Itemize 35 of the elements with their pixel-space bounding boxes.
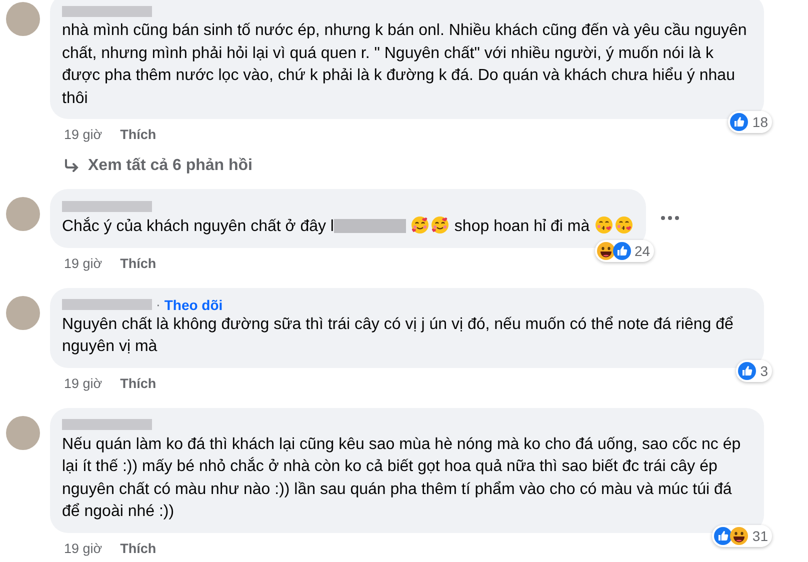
- reaction-badge: 18: [728, 111, 772, 133]
- avatar-placeholder: [6, 2, 40, 36]
- avatar-placeholder: [6, 416, 40, 450]
- like-icon: [738, 362, 756, 380]
- more-options-icon[interactable]: [660, 215, 680, 222]
- comment-time: 19 giờ: [64, 256, 102, 273]
- avatar-placeholder: [6, 197, 40, 231]
- smiling-face-hearts-icon: [410, 215, 430, 235]
- like-icon: [714, 526, 732, 544]
- comment-time: 19 giờ: [64, 540, 102, 558]
- laughing-face-icon: [730, 526, 748, 544]
- comment-time: 19 giờ: [64, 127, 102, 144]
- like-link[interactable]: Thích: [120, 256, 156, 274]
- avatar-placeholder: [6, 296, 40, 330]
- like-link[interactable]: Thích: [120, 540, 156, 558]
- follow-link[interactable]: Theo dõi: [164, 296, 223, 312]
- kissing-face-icon: [614, 215, 634, 235]
- smiling-face-hearts-icon: [430, 215, 450, 235]
- separator-dot: ·: [156, 297, 160, 312]
- like-link[interactable]: Thích: [120, 376, 156, 394]
- reaction-badge: 24: [594, 240, 654, 262]
- comment-text: Nếu quán làm ko đá thì khách lại cũng kêu sao mùa hè nóng mà ko cho đá uống, sao cốc nc ép lại ít thế :)) mấy bé nhỏ chắc ở nhà còn ko cả biết gọt hoa quả nữa thì sao biết đc trái cây ép nguyên chất có màu như nào :)) lần sau quán pha thêm tí phẩm vào cho có màu và múc túi đá để ngoài nhé :)): [62, 434, 742, 522]
- reaction-badge: 3: [736, 360, 772, 382]
- comment-time: 19 giờ: [64, 376, 102, 393]
- like-icon: [612, 242, 630, 260]
- kissing-face-icon: [594, 215, 614, 235]
- laughing-face-icon: [596, 242, 614, 260]
- reaction-badge: 31: [712, 524, 772, 546]
- reply-arrow-icon: [64, 159, 80, 173]
- like-icon: [730, 113, 748, 131]
- comment-text: nhà mình cũng bán sinh tố nước ép, nhưng k bán onl. Nhiều khách cũng đến và yêu cầu nguyên chất, nhưng mình phải hỏi lại vì quá quen r. " Nguyên chất" với nhiều người, ý muốn nói là k được pha thêm nước lọc vào, chứ k phải là k đường k đá. Do quán và khách chưa hiểu ý nhau thôi: [62, 21, 748, 108]
- view-replies-link[interactable]: Xem tất cả 6 phản hồi: [50, 157, 808, 175]
- comment-text: Nguyên chất là không đường sữa thì trái cây có vị j ún vị đó, nếu muốn có thể note đá riêng để nguyên vị mà: [62, 314, 734, 357]
- like-link[interactable]: Thích: [120, 127, 156, 145]
- comment-text: Chắc ý của khách nguyên chất ở đây l shop hoan hỉ đi mà: [62, 215, 634, 238]
